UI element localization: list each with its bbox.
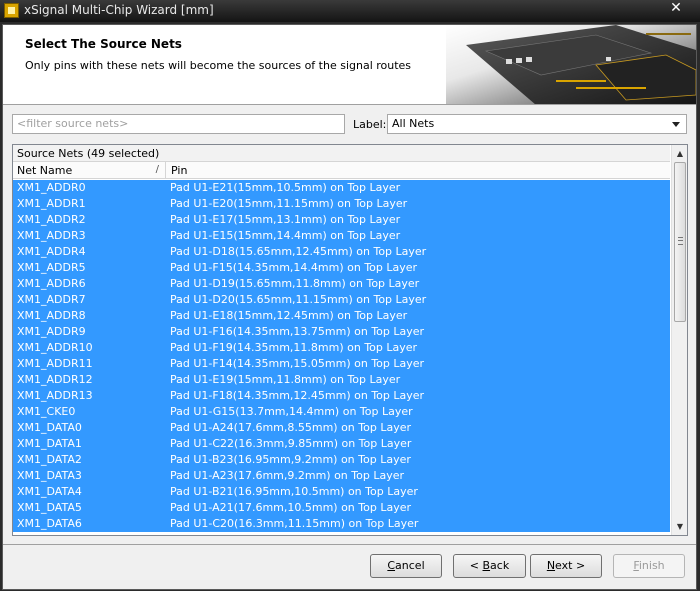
pin-cell: Pad U1-A21(17.6mm,10.5mm) on Top Layer	[170, 501, 412, 514]
table-row[interactable]: XM1_ADDR8 Pad U1-E18(15mm,12.45mm) on Top…	[13, 308, 670, 324]
filter-source-nets-input[interactable]: <filter source nets>	[12, 114, 345, 134]
table-row[interactable]: XM1_DATA5 Pad U1-A21(17.6mm,10.5mm) on To…	[13, 500, 670, 516]
table-row[interactable]: XM1_ADDR12 Pad U1-E19(15mm,11.8mm) on Top…	[13, 372, 670, 388]
net-name-cell: XM1_DATA5	[17, 501, 82, 514]
table-row[interactable]: XM1_DATA6 Pad U1-C20(16.3mm,11.15mm) on T…	[13, 516, 670, 532]
table-row[interactable]: XM1_ADDR4 Pad U1-D18(15.65mm,12.45mm) on …	[13, 244, 670, 260]
pin-cell: Pad U1-C20(16.3mm,11.15mm) on Top Layer	[170, 517, 419, 530]
table-row[interactable]: XM1_ADDR1 Pad U1-E20(15mm,11.15mm) on Top…	[13, 196, 670, 212]
table-row[interactable]: XM1_ADDR11 Pad U1-F14(14.35mm,15.05mm) on…	[13, 356, 670, 372]
table-row[interactable]: XM1_DATA1 Pad U1-C22(16.3mm,9.85mm) on To…	[13, 436, 670, 452]
label-select-value: All Nets	[392, 117, 435, 130]
net-name-cell: XM1_ADDR1	[17, 197, 86, 210]
pin-cell: Pad U1-D19(15.65mm,11.8mm) on Top Layer	[170, 277, 420, 290]
pin-cell: Pad U1-A24(17.6mm,8.55mm) on Top Layer	[170, 421, 412, 434]
back-button[interactable]: < Back	[453, 554, 526, 578]
net-name-cell: XM1_ADDR4	[17, 245, 86, 258]
net-name-cell: XM1_ADDR5	[17, 261, 86, 274]
pin-cell: Pad U1-F15(14.35mm,14.4mm) on Top Layer	[170, 261, 418, 274]
net-name-cell: XM1_ADDR13	[17, 389, 93, 402]
net-name-cell: XM1_ADDR3	[17, 229, 86, 242]
close-icon[interactable]: ✕	[656, 0, 696, 18]
window-title: xSignal Multi-Chip Wizard [mm]	[24, 3, 214, 17]
page-title: Select The Source Nets	[25, 37, 182, 51]
pin-cell: Pad U1-F19(14.35mm,11.8mm) on Top Layer	[170, 341, 418, 354]
scroll-down-icon[interactable]: ▼	[672, 518, 687, 535]
vertical-scrollbar[interactable]: ▲ ▼	[671, 145, 687, 535]
table-row[interactable]: XM1_DATA3 Pad U1-A23(17.6mm,9.2mm) on Top…	[13, 468, 670, 484]
wizard-client-area: Select The Source Nets Only pins with th…	[2, 24, 697, 590]
net-name-cell: XM1_ADDR11	[17, 357, 93, 370]
pin-cell: Pad U1-F18(14.35mm,12.45mm) on Top Layer	[170, 389, 425, 402]
sort-indicator-icon: /	[155, 164, 159, 175]
column-header-net-name[interactable]: Net Name /	[13, 162, 166, 178]
net-name-cell: XM1_DATA6	[17, 517, 82, 530]
table-row[interactable]: XM1_DATA4 Pad U1-B21(16.95mm,10.5mm) on T…	[13, 484, 670, 500]
grid-rows: XM1_ADDR0 Pad U1-E21(15mm,10.5mm) on Top …	[13, 180, 670, 532]
pin-cell: Pad U1-E18(15mm,12.45mm) on Top Layer	[170, 309, 408, 322]
title-bar[interactable]: xSignal Multi-Chip Wizard [mm] ✕	[0, 0, 700, 22]
table-row[interactable]: XM1_ADDR9 Pad U1-F16(14.35mm,13.75mm) on …	[13, 324, 670, 340]
label-select[interactable]: All Nets	[387, 114, 687, 134]
scrollbar-thumb[interactable]	[674, 162, 686, 322]
table-row[interactable]: XM1_ADDR7 Pad U1-D20(15.65mm,11.15mm) on …	[13, 292, 670, 308]
pin-cell: Pad U1-E20(15mm,11.15mm) on Top Layer	[170, 197, 408, 210]
net-name-cell: XM1_ADDR0	[17, 181, 86, 194]
net-name-cell: XM1_CKE0	[17, 405, 76, 418]
table-row[interactable]: XM1_DATA2 Pad U1-B23(16.95mm,9.2mm) on To…	[13, 452, 670, 468]
pin-cell: Pad U1-F16(14.35mm,13.75mm) on Top Layer	[170, 325, 425, 338]
net-name-cell: XM1_DATA4	[17, 485, 82, 498]
pin-cell: Pad U1-F14(14.35mm,15.05mm) on Top Layer	[170, 357, 425, 370]
net-name-cell: XM1_ADDR9	[17, 325, 86, 338]
source-nets-grid: Source Nets (49 selected) Net Name / Pin…	[12, 144, 688, 536]
finish-button[interactable]: Finish	[613, 554, 685, 578]
cancel-button[interactable]: Cancel	[370, 554, 442, 578]
header-banner-art	[446, 25, 696, 104]
pin-cell: Pad U1-C22(16.3mm,9.85mm) on Top Layer	[170, 437, 412, 450]
column-header-pin[interactable]: Pin	[167, 162, 191, 178]
table-row[interactable]: XM1_CKE0 Pad U1-G15(13.7mm,14.4mm) on Top…	[13, 404, 670, 420]
table-row[interactable]: XM1_ADDR10 Pad U1-F19(14.35mm,11.8mm) on …	[13, 340, 670, 356]
table-row[interactable]: XM1_ADDR2 Pad U1-E17(15mm,13.1mm) on Top …	[13, 212, 670, 228]
pin-cell: Pad U1-D18(15.65mm,12.45mm) on Top Layer	[170, 245, 427, 258]
pin-cell: Pad U1-D20(15.65mm,11.15mm) on Top Layer	[170, 293, 427, 306]
net-name-cell: XM1_ADDR12	[17, 373, 93, 386]
table-row[interactable]: XM1_ADDR6 Pad U1-D19(15.65mm,11.8mm) on T…	[13, 276, 670, 292]
table-row[interactable]: XM1_ADDR3 Pad U1-E15(15mm,14.4mm) on Top …	[13, 228, 670, 244]
label-filter-label: Label:	[353, 118, 387, 131]
chevron-down-icon[interactable]	[672, 122, 680, 127]
pin-cell: Pad U1-A23(17.6mm,9.2mm) on Top Layer	[170, 469, 405, 482]
net-name-cell: XM1_ADDR6	[17, 277, 86, 290]
pin-cell: Pad U1-B23(16.95mm,9.2mm) on Top Layer	[170, 453, 411, 466]
net-name-cell: XM1_DATA1	[17, 437, 82, 450]
scroll-up-icon[interactable]: ▲	[672, 145, 687, 162]
table-row[interactable]: XM1_ADDR0 Pad U1-E21(15mm,10.5mm) on Top …	[13, 180, 670, 196]
pin-cell: Pad U1-E17(15mm,13.1mm) on Top Layer	[170, 213, 401, 226]
pin-cell: Pad U1-E15(15mm,14.4mm) on Top Layer	[170, 229, 401, 242]
table-row[interactable]: XM1_ADDR5 Pad U1-F15(14.35mm,14.4mm) on T…	[13, 260, 670, 276]
net-name-cell: XM1_DATA0	[17, 421, 82, 434]
net-name-cell: XM1_ADDR7	[17, 293, 86, 306]
app-icon	[4, 3, 19, 18]
grid-column-headers: Net Name / Pin	[13, 162, 670, 179]
wizard-window: xSignal Multi-Chip Wizard [mm] ✕ Select …	[0, 0, 700, 591]
pin-cell: Pad U1-E21(15mm,10.5mm) on Top Layer	[170, 181, 401, 194]
pin-cell: Pad U1-B21(16.95mm,10.5mm) on Top Layer	[170, 485, 418, 498]
wizard-header: Select The Source Nets Only pins with th…	[3, 25, 696, 105]
net-name-cell: XM1_DATA2	[17, 453, 82, 466]
net-name-cell: XM1_DATA3	[17, 469, 82, 482]
column-header-net-name-label: Net Name	[17, 164, 73, 177]
scrollbar-grip-icon	[678, 237, 683, 245]
pin-cell: Pad U1-G15(13.7mm,14.4mm) on Top Layer	[170, 405, 413, 418]
table-row[interactable]: XM1_DATA0 Pad U1-A24(17.6mm,8.55mm) on To…	[13, 420, 670, 436]
net-name-cell: XM1_ADDR10	[17, 341, 93, 354]
footer-divider	[3, 544, 696, 545]
grid-group-header: Source Nets (49 selected)	[13, 145, 670, 162]
page-subtitle: Only pins with these nets will become th…	[25, 59, 412, 72]
next-button[interactable]: Next >	[530, 554, 602, 578]
table-row[interactable]: XM1_ADDR13 Pad U1-F18(14.35mm,12.45mm) on…	[13, 388, 670, 404]
net-name-cell: XM1_ADDR2	[17, 213, 86, 226]
pin-cell: Pad U1-E19(15mm,11.8mm) on Top Layer	[170, 373, 401, 386]
net-name-cell: XM1_ADDR8	[17, 309, 86, 322]
